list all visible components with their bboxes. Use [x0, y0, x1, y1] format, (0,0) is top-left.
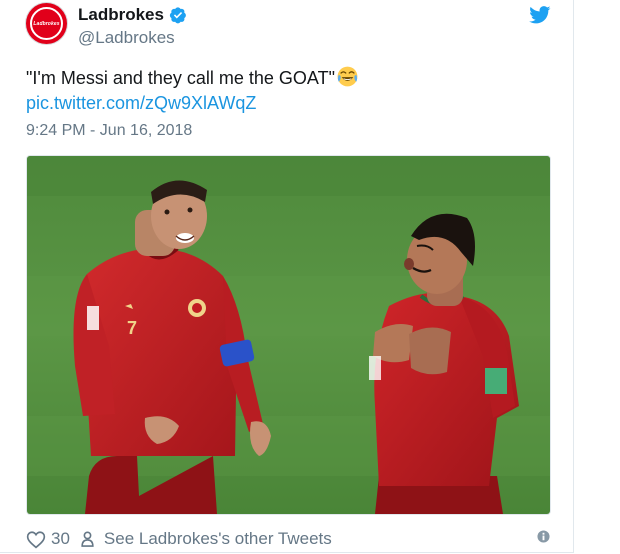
tweet-media-link[interactable]: pic.twitter.com/zQw9XlAWqZ — [26, 93, 256, 114]
page: Ladbrokes Ladbrokes @Ladbrokes "I'm Mess… — [0, 0, 620, 554]
jersey-number: 7 — [127, 318, 137, 338]
author-name-row[interactable]: Ladbrokes — [78, 5, 187, 25]
twitter-bird-icon[interactable] — [529, 6, 551, 24]
photo-illustration: 7 — [27, 156, 550, 514]
person-icon — [81, 531, 94, 547]
display-name[interactable]: Ladbrokes — [78, 5, 164, 25]
tweet-card: Ladbrokes Ladbrokes @Ladbrokes "I'm Mess… — [0, 0, 574, 553]
verified-badge-icon — [169, 7, 186, 24]
tweet-timestamp[interactable]: 9:24 PM - Jun 16, 2018 — [26, 122, 192, 140]
avatar[interactable]: Ladbrokes — [26, 3, 67, 44]
heart-icon[interactable] — [26, 530, 46, 549]
face-with-tears-of-joy-icon — [337, 66, 358, 87]
info-icon[interactable] — [537, 530, 550, 543]
avatar-logo-text: Ladbrokes — [30, 7, 63, 40]
page-gutter — [574, 0, 620, 554]
see-other-tweets-link[interactable]: See Ladbrokes's other Tweets — [104, 529, 332, 549]
tweet-text: "I'm Messi and they call me the GOAT" — [26, 66, 358, 89]
account-handle[interactable]: @Ladbrokes — [78, 28, 175, 48]
tweet-text-body: "I'm Messi and they call me the GOAT" — [26, 68, 335, 88]
tweet-footer: 30 See Ladbrokes's other Tweets — [26, 528, 332, 550]
like-count[interactable]: 30 — [51, 529, 70, 549]
tweet-photo[interactable]: 7 — [26, 155, 551, 515]
